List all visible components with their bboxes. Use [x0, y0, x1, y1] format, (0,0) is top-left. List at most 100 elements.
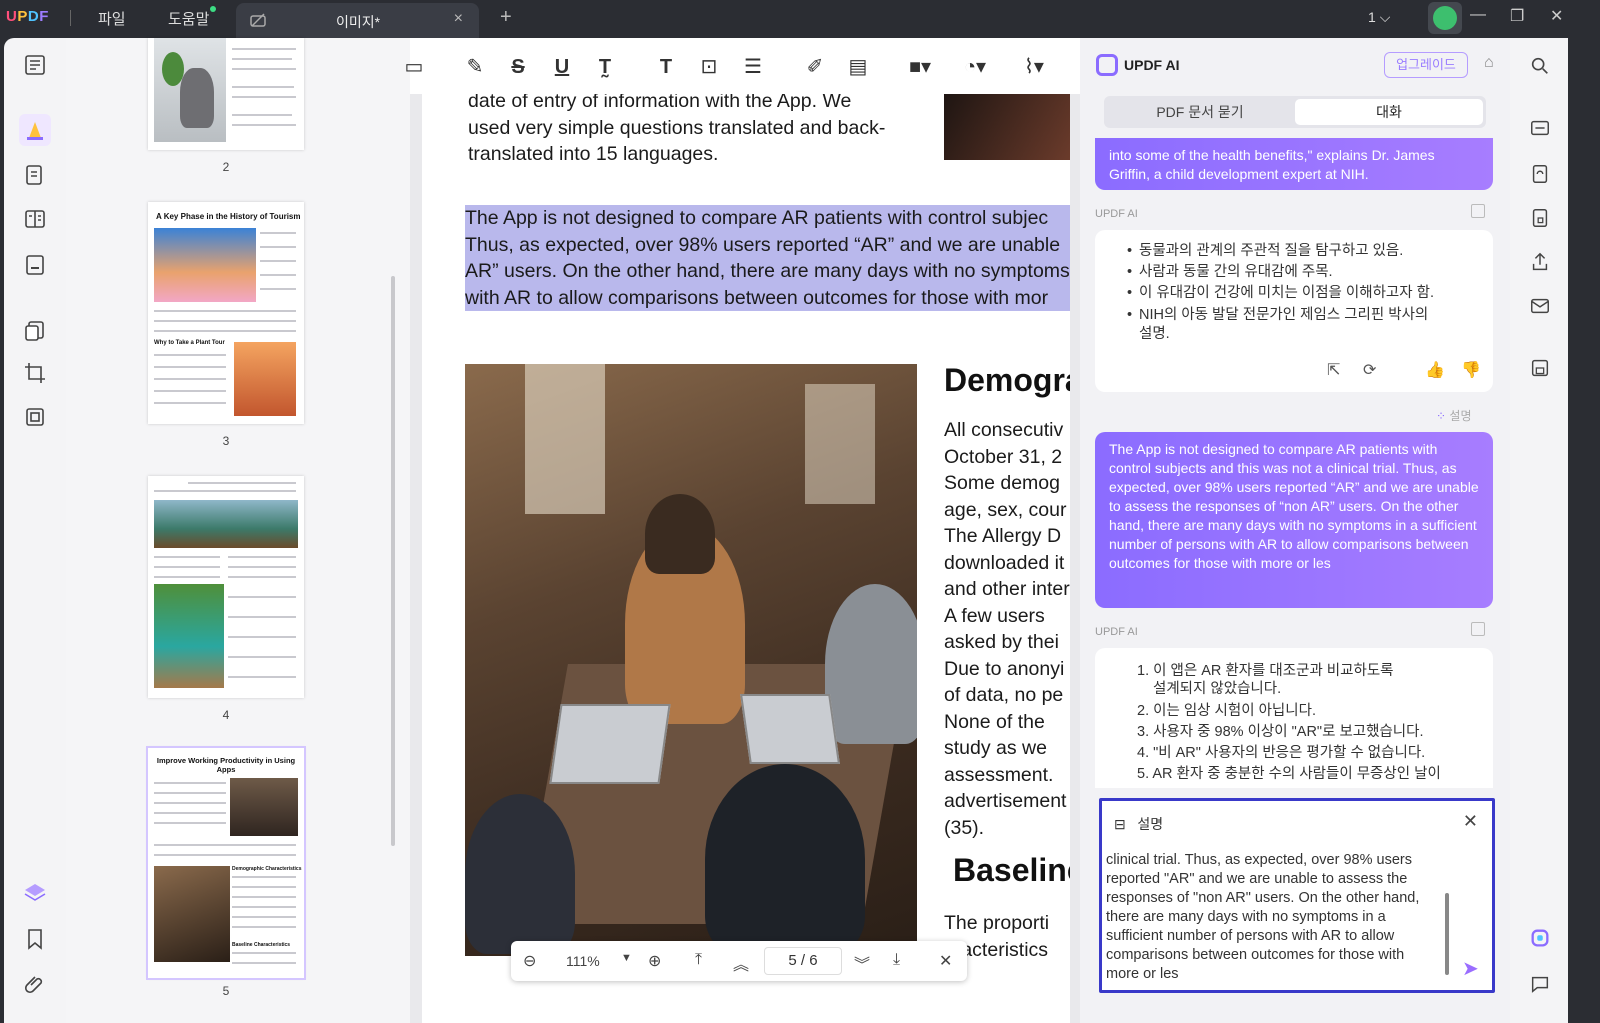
restore-icon[interactable]: ❐ [1510, 6, 1524, 26]
textbox-icon[interactable]: ⊡ [697, 56, 721, 78]
last-page-icon[interactable]: ⤓ [893, 951, 900, 969]
comment-icon[interactable]: ▭ [402, 56, 426, 78]
pencil-icon[interactable]: ✐ [803, 56, 827, 78]
ocr-icon[interactable] [1528, 116, 1552, 140]
comment-highlight-icon[interactable] [19, 114, 51, 146]
protect-icon[interactable] [22, 404, 48, 430]
page-thumbnail-3[interactable]: A Key Phase in the History of Tourism Wh… [148, 202, 304, 448]
bookmark-icon[interactable] [22, 926, 48, 952]
form-icon[interactable] [22, 206, 48, 232]
tab-ask-pdf[interactable]: PDF 문서 묻기 [1107, 99, 1293, 125]
notification-dot [210, 6, 216, 12]
thumbnail-number: 5 [222, 984, 230, 998]
convert-icon[interactable] [1528, 162, 1552, 186]
textarea-scrollbar[interactable] [1445, 893, 1449, 975]
highlight-line[interactable]: The App is not designed to compare AR pa… [465, 205, 1070, 232]
highlight-icon[interactable]: ✎ [463, 56, 487, 78]
text-callout-icon[interactable]: ☰ [741, 56, 765, 78]
tab-chat[interactable]: 대화 [1295, 99, 1483, 125]
strikethrough-icon[interactable]: S [506, 56, 530, 78]
section-heading-2: Baseline [953, 852, 1070, 888]
close-window-icon[interactable]: ✕ [1550, 6, 1563, 26]
regenerate-icon[interactable]: ⟳ [1363, 360, 1376, 380]
page-thumbnail-4[interactable]: 4 [148, 476, 304, 722]
highlight-line[interactable]: AR” users. On the other hand, there are … [465, 258, 1070, 285]
copy-icon[interactable] [1471, 622, 1485, 636]
upgrade-button[interactable]: 업그레이드 [1384, 52, 1468, 78]
menu-file[interactable]: 파일 [98, 8, 126, 29]
section-heading: Demogra [944, 362, 1070, 398]
right-toolbar [1510, 38, 1568, 1023]
numbered-item: 5. AR 환자 중 충분한 수의 사람들이 무증상인 날이 [1137, 766, 1441, 782]
text-line: (35). [944, 816, 985, 839]
squiggly-icon[interactable]: T̰ [593, 56, 617, 78]
sticker-icon[interactable]: ◔▾ [963, 56, 987, 78]
close-bar-icon[interactable]: ✕ [939, 951, 952, 971]
zoom-level[interactable]: 111% [566, 953, 600, 969]
zoom-out-icon[interactable]: ⊖ [523, 951, 536, 971]
thumbs-up-icon[interactable]: 👍 [1425, 360, 1445, 380]
close-tab-icon[interactable]: × [454, 10, 463, 28]
document-tab[interactable]: 이미지* × [236, 3, 479, 38]
ai-label: UPDF AI [1095, 626, 1138, 638]
edit-pdf-icon[interactable] [22, 162, 48, 188]
minimize-icon[interactable]: — [1470, 6, 1486, 24]
office-image [154, 866, 230, 962]
text-line: age, sex, cour [944, 498, 1067, 521]
zoom-in-icon[interactable]: ⊕ [648, 951, 661, 971]
attachment-icon[interactable] [22, 972, 48, 998]
cat-image [154, 38, 226, 142]
ai-label: UPDF AI [1095, 208, 1138, 220]
thumbnail-scrollbar[interactable] [391, 276, 395, 846]
window-count[interactable]: 1 ⌵ [1368, 9, 1390, 26]
send-icon[interactable]: ➤ [1462, 956, 1479, 981]
prompt-textarea[interactable]: clinical trial. Thus, as expected, over … [1106, 851, 1440, 981]
text-line: used very simple questions translated an… [468, 116, 886, 139]
previous-page-icon[interactable]: ︽ [733, 951, 749, 975]
new-tab-button[interactable]: + [500, 6, 512, 29]
thumb-title: Improve Working Productivity in Using Ap… [156, 756, 296, 774]
first-page-icon[interactable]: ⤒ [695, 951, 702, 969]
clean-icon[interactable]: ⌂ [1484, 54, 1494, 72]
highlight-line[interactable]: Thus, as expected, over 98% users report… [465, 231, 1070, 258]
column-text: All consecutiv October 31, 2 Some demog … [944, 417, 1070, 841]
bullet-item: • 이 유대감이 건강에 미치는 이점을 이해하고자 함. [1127, 285, 1434, 301]
text-line: asked by thei [944, 631, 1059, 653]
export-icon[interactable]: ⇱ [1327, 360, 1340, 380]
updf-ai-icon[interactable] [1528, 926, 1552, 950]
page-number-input[interactable]: 5 / 6 [764, 947, 842, 975]
reader-icon[interactable] [22, 52, 48, 78]
meeting-image [230, 778, 298, 836]
text-icon[interactable]: T [654, 56, 678, 78]
menu-help[interactable]: 도움말 [168, 8, 209, 29]
zoom-dropdown-icon[interactable]: ▼ [621, 952, 632, 964]
attach-icon[interactable]: ⌇▾ [1022, 56, 1046, 78]
close-prompt-icon[interactable]: ✕ [1463, 811, 1478, 832]
eraser-icon[interactable]: ▤ [846, 56, 870, 78]
sign-icon[interactable] [22, 252, 48, 278]
email-icon[interactable] [1528, 294, 1552, 318]
share-icon[interactable] [1528, 250, 1552, 274]
shape-icon[interactable]: ■▾ [908, 56, 932, 78]
organize-pages-icon[interactable] [22, 318, 48, 344]
highlighted-paragraph[interactable]: The App is not designed to compare AR pa… [465, 205, 1070, 311]
copy-icon[interactable] [1471, 204, 1485, 218]
chevron-down-icon: ⌵ [1379, 9, 1391, 25]
highlight-line[interactable]: with AR to allow comparisons between out… [465, 284, 1070, 311]
input-header: ⊟ 설명 [1114, 816, 1164, 832]
page-thumbnail-2[interactable]: 2 [148, 38, 304, 174]
chat-icon[interactable] [1528, 972, 1552, 996]
search-icon[interactable] [1528, 54, 1552, 78]
underline-icon[interactable]: U [550, 56, 574, 78]
page-thumbnail-5-selected[interactable]: Improve Working Productivity in Using Ap… [146, 746, 306, 998]
layers-icon[interactable] [22, 880, 48, 906]
save-icon[interactable] [1528, 356, 1552, 380]
avatar[interactable] [1428, 2, 1462, 34]
next-page-icon[interactable]: ︾ [854, 951, 870, 975]
river-image [154, 584, 224, 688]
protect-doc-icon[interactable] [1528, 206, 1552, 230]
edit-off-icon [250, 13, 266, 27]
ai-input-box[interactable]: ⊟ 설명 ✕ clinical trial. Thus, as expected… [1099, 798, 1495, 993]
crop-icon[interactable] [22, 360, 48, 386]
thumbs-down-icon[interactable]: 👎 [1461, 360, 1481, 380]
